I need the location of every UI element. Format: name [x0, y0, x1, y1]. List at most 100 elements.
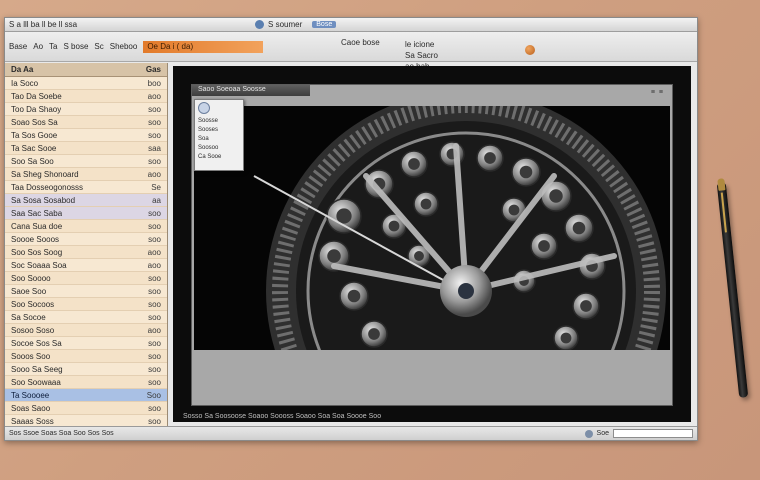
list-item[interactable]: Sa Socoe soo — [5, 311, 167, 324]
list-item[interactable]: Soooe Sooos soo — [5, 233, 167, 246]
list-item[interactable]: Sa Sheg Shonoard aoo — [5, 168, 167, 181]
highlighted-toolbar-strip[interactable]: Oe Da i ( da) — [143, 40, 264, 53]
list-item-name: Socoe Sos Sa — [11, 338, 62, 348]
desk-pen — [716, 182, 749, 398]
list-item[interactable]: Saaas Soss soo — [5, 415, 167, 426]
menu-item-3[interactable]: S bose — [63, 42, 88, 51]
list-item[interactable]: Too Da Shaoy soo — [5, 103, 167, 116]
list-item[interactable]: Ta Soooee Soo — [5, 389, 167, 402]
list-item[interactable]: Tao Da Soebe aoo — [5, 90, 167, 103]
list-item[interactable]: Cana Sua doe soo — [5, 220, 167, 233]
list-item[interactable]: Soo Soooo soo — [5, 272, 167, 285]
sidebar-header-name[interactable]: Da Aa — [11, 65, 33, 74]
status-text: Sos Ssoe Soas Soa Soo Sos Sos — [9, 430, 114, 437]
list-item-value: soo — [148, 156, 161, 166]
status-right-group: Soe — [584, 429, 693, 438]
list-item[interactable]: Socoe Sos Sa soo — [5, 337, 167, 350]
list-item-name: Sa Sosa Sosabod — [11, 195, 76, 205]
list-item-value: aoo — [147, 325, 161, 335]
list-item-name: Saoe Soo — [11, 286, 47, 296]
list-item[interactable]: Sooo Sa Seeg soo — [5, 363, 167, 376]
list-item[interactable]: Sosoo Soso aoo — [5, 324, 167, 337]
list-item-name: Soas Saoo — [11, 403, 51, 413]
mechanical-wheel-illustration — [253, 106, 666, 350]
image-viewer: Saoo Soeoaa Soosse ≡ ≡ Soosse Sooses Soa… — [173, 66, 691, 422]
status-input[interactable] — [613, 429, 693, 438]
context-menu-item-2[interactable]: Soa — [198, 135, 240, 144]
sidebar-header: Da Aa Gas — [5, 63, 167, 77]
list-item[interactable]: Soas Saoo soo — [5, 402, 167, 415]
menu-item-1[interactable]: Ao — [33, 42, 43, 51]
list-item[interactable]: Soc Soaaa Soa aoo — [5, 259, 167, 272]
document-badge[interactable]: Bose — [312, 21, 337, 28]
status-icon[interactable] — [584, 429, 593, 438]
list-item-name: Soo Soooo — [11, 273, 51, 283]
list-item-value: aoo — [147, 91, 161, 101]
list-item-name: Soao Sos Sa — [11, 117, 58, 127]
list-item-value: soo — [148, 351, 161, 361]
list-item[interactable]: Soo Socoos soo — [5, 298, 167, 311]
list-item-value: aoo — [147, 169, 161, 179]
context-menu-item-0[interactable]: Soosse — [198, 117, 240, 126]
list-item-value: boo — [147, 78, 161, 88]
list-item[interactable]: Sooos Soo soo — [5, 350, 167, 363]
list-item-name: Soo Sos Soog — [11, 247, 63, 257]
list-item-value: soo — [148, 299, 161, 309]
list-item[interactable]: Taa Dosseogonosss Se — [5, 181, 167, 194]
panel-grip-icon[interactable]: ≡ ≡ — [651, 89, 664, 96]
list-item-value: Soo — [146, 390, 161, 400]
list-item[interactable]: Ia Soco boo — [5, 77, 167, 90]
menu-item-2[interactable]: Ta — [49, 42, 57, 51]
list-item-name: Sa Socoe — [11, 312, 46, 322]
toolbar-strip-label: Oe Da i ( da) — [147, 42, 194, 51]
list-item-name: Saaas Soss — [11, 416, 54, 426]
title-bar: S a lll ba ll be ll ssa S soumer Bose — [5, 18, 697, 32]
list-item-name: Ia Soco — [11, 78, 39, 88]
list-item-value: aoo — [147, 247, 161, 257]
toolbar-right-label-1[interactable]: Sa Sacro — [405, 51, 438, 60]
list-item-value: soo — [148, 416, 161, 426]
list-item-name: Cana Sua doe — [11, 221, 63, 231]
context-menu-item-1[interactable]: Sooses — [198, 126, 240, 135]
context-menu-item-3[interactable]: Soosoo — [198, 144, 240, 153]
sidebar-header-value[interactable]: Gas — [146, 65, 161, 74]
list-item-name: Soo Soowaaa — [11, 377, 61, 387]
list-item[interactable]: Soao Sos Sa soo — [5, 116, 167, 129]
list-item-value: soo — [148, 208, 161, 218]
list-item-value: soo — [148, 403, 161, 413]
list-item[interactable]: Ta Sac Sooe saa — [5, 142, 167, 155]
list-item[interactable]: Soo Soowaaa soo — [5, 376, 167, 389]
list-item-value: soo — [148, 104, 161, 114]
list-item-value: soo — [148, 312, 161, 322]
list-item-value: soo — [148, 130, 161, 140]
menu-item-4[interactable]: Sc — [94, 42, 103, 51]
list-item-value: soo — [148, 117, 161, 127]
context-menu-item-4[interactable]: Ca Sooe — [198, 153, 240, 162]
viewer-panel: Saoo Soeoaa Soosse ≡ ≡ Soosse Sooses Soa… — [191, 84, 673, 406]
menu-bar: Base Ao Ta S bose Sc Sheboo Oe Da i ( da… — [5, 32, 697, 71]
context-menu-icon[interactable] — [198, 102, 210, 114]
list-item[interactable]: Saa Sac Saba soo — [5, 207, 167, 220]
list-item-name: Tao Da Soebe — [11, 91, 62, 101]
list-item-value: soo — [148, 364, 161, 374]
list-item[interactable]: Saoe Soo soo — [5, 285, 167, 298]
app-window: S a lll ba ll be ll ssa S soumer Bose Ba… — [4, 17, 698, 441]
sidebar-list: Da Aa Gas Ia Soco boo Tao Da Soebe aoo Too D… — [5, 63, 168, 426]
status-right-label: Soe — [596, 430, 609, 437]
menu-item-5[interactable]: Sheboo — [110, 42, 138, 51]
toolbar-right-label-0[interactable]: le icione — [405, 40, 438, 49]
app-title: S a lll ba ll be ll ssa — [9, 20, 78, 29]
record-icon[interactable] — [525, 45, 535, 55]
list-item[interactable]: Soo Sos Soog aoo — [5, 246, 167, 259]
list-item-name: Soo Sa Soo — [11, 156, 54, 166]
list-item[interactable]: Soo Sa Soo soo — [5, 155, 167, 168]
menu-item-0[interactable]: Base — [9, 42, 27, 51]
list-item-name: Sooo Sa Seeg — [11, 364, 63, 374]
list-item[interactable]: Sa Sosa Sosabod aa — [5, 194, 167, 207]
list-item[interactable]: Ta Sos Gooe soo — [5, 129, 167, 142]
list-item-name: Soo Socoos — [11, 299, 55, 309]
list-item-value: aoo — [147, 260, 161, 270]
status-bar: Sos Ssoe Soas Soa Soo Sos Sos Soe — [5, 426, 697, 440]
list-item-name: Sooos Soo — [11, 351, 51, 361]
list-item-name: Ta Sac Sooe — [11, 143, 57, 153]
